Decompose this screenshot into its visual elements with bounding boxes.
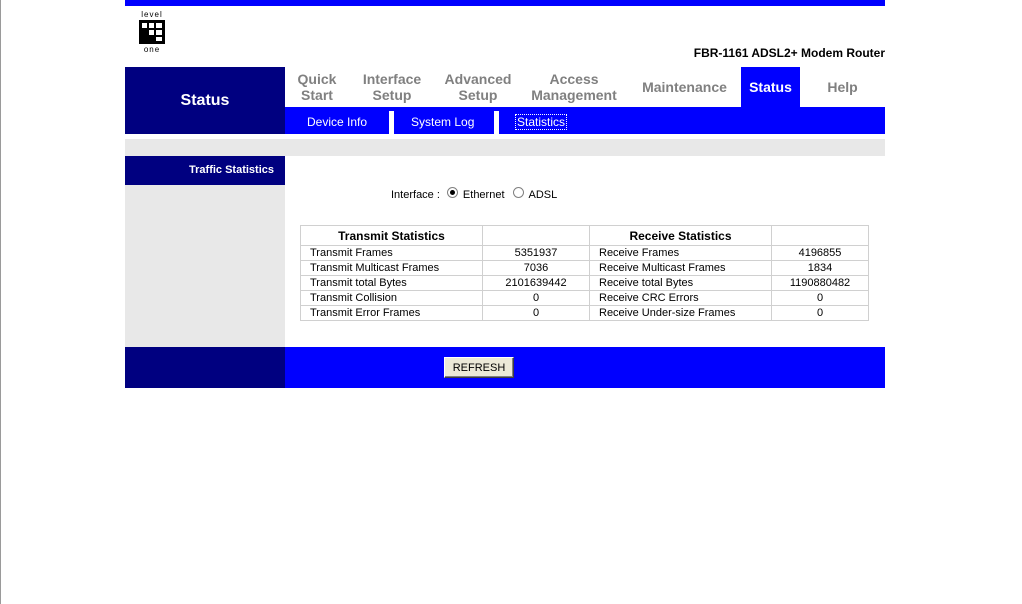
nav-interface-setup[interactable]: Interface Setup xyxy=(349,67,435,107)
interface-selector: Interface : Ethernet ADSL xyxy=(391,186,558,201)
sub-nav: Device Info System Log Statistics xyxy=(285,107,885,134)
refresh-button[interactable]: REFRESH xyxy=(444,357,514,378)
table-row: Transmit Multicast Frames 7036 Receive M… xyxy=(301,261,868,275)
footer-bar: REFRESH xyxy=(285,347,885,388)
nav-maintenance[interactable]: Maintenance xyxy=(627,67,742,107)
nav-access-management[interactable]: Access Management xyxy=(521,67,627,107)
table-row: Transmit Collision 0 Receive CRC Errors … xyxy=(301,291,868,305)
section-title: Status xyxy=(125,67,285,134)
table-row: Transmit Frames 5351937 Receive Frames 4… xyxy=(301,246,868,260)
interface-label: Interface : xyxy=(391,189,440,201)
logo-text-top: level xyxy=(141,10,163,19)
transmit-header: Transmit Statistics xyxy=(301,226,482,245)
receive-header: Receive Statistics xyxy=(590,226,771,245)
levelone-logo-icon: level one xyxy=(138,10,166,54)
table-row: Transmit total Bytes 2101639442 Receive … xyxy=(301,276,868,290)
separator-band xyxy=(125,139,885,156)
model-name: FBR-1161 ADSL2+ Modem Router xyxy=(693,46,885,60)
radio-ethernet-label: Ethernet xyxy=(462,189,505,201)
main-nav: Quick Start Interface Setup Advanced Setup … xyxy=(285,67,885,107)
radio-adsl-label: ADSL xyxy=(528,189,558,201)
radio-adsl[interactable] xyxy=(512,186,524,198)
top-blue-bar xyxy=(125,0,885,6)
nav-advanced-setup[interactable]: Advanced Setup xyxy=(435,67,521,107)
subnav-system-log[interactable]: System Log xyxy=(411,107,474,134)
footer-left xyxy=(125,347,285,388)
logo-text-bottom: one xyxy=(143,45,161,54)
subsection-title: Traffic Statistics xyxy=(125,156,285,185)
subnav-device-info[interactable]: Device Info xyxy=(307,107,367,134)
left-sidebar-panel xyxy=(125,185,285,347)
nav-quick-start[interactable]: Quick Start xyxy=(285,67,349,107)
nav-help[interactable]: Help xyxy=(800,67,885,107)
table-row: Transmit Error Frames 0 Receive Under-si… xyxy=(301,306,868,320)
nav-status[interactable]: Status xyxy=(741,67,800,107)
subnav-statistics[interactable]: Statistics xyxy=(514,107,568,134)
radio-ethernet[interactable] xyxy=(446,186,458,198)
traffic-stats-table: Transmit Statistics Receive Statistics T… xyxy=(300,225,869,321)
